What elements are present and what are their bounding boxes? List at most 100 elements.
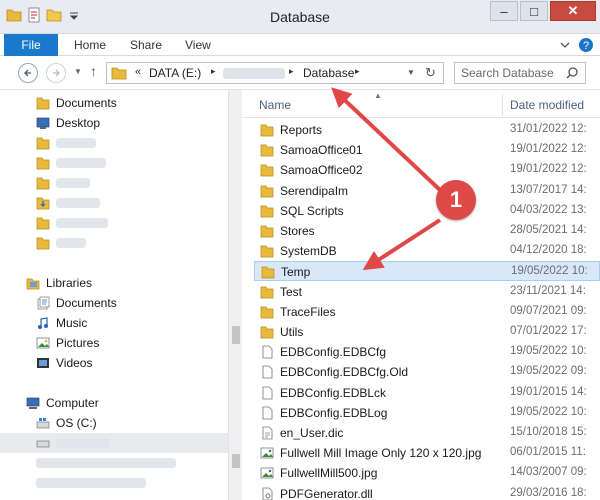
nav-item-redacted[interactable] xyxy=(0,153,228,173)
folder-icon xyxy=(36,97,50,110)
title-bar: Database – □ ✕ xyxy=(0,0,600,34)
nav-item-redacted[interactable] xyxy=(0,473,228,493)
nav-pane-scrollbar[interactable] xyxy=(228,90,242,500)
nav-item-redacted[interactable] xyxy=(0,173,228,193)
nav-item-lib-documents[interactable]: Documents xyxy=(0,293,228,313)
close-button[interactable]: ✕ xyxy=(550,1,596,21)
file-row[interactable]: Stores 28/05/2021 14: xyxy=(254,221,600,241)
minimize-button[interactable]: – xyxy=(490,1,518,21)
file-row[interactable]: EDBConfig.EDBCfg 19/05/2022 10: xyxy=(254,342,600,362)
file-row[interactable]: EDBConfig.EDBCfg.Old 19/05/2022 09: xyxy=(254,362,600,382)
nav-item-pictures[interactable]: Pictures xyxy=(0,333,228,353)
file-name: SamoaOffice02 xyxy=(280,163,363,178)
file-row[interactable]: EDBConfig.EDBLck 19/01/2015 14: xyxy=(254,383,600,403)
file-name: Reports xyxy=(280,123,323,137)
overflow-chevron[interactable]: « xyxy=(135,66,141,78)
folder-icon xyxy=(36,157,50,170)
file-row[interactable]: Utils 07/01/2022 17: xyxy=(254,322,600,342)
nav-item-redacted[interactable] xyxy=(0,193,228,213)
file-row[interactable]: EDBConfig.EDBLog 19/05/2022 10: xyxy=(254,403,600,423)
tab-home[interactable]: Home xyxy=(74,34,106,56)
file-row[interactable]: SQL Scripts 04/03/2022 13: xyxy=(254,201,600,221)
file-row[interactable]: Fullwell Mill Image Only 120 x 120.jpg 06… xyxy=(254,443,600,463)
up-arrow-icon[interactable]: ↑ xyxy=(90,63,97,79)
folder-icon xyxy=(260,306,274,319)
nav-item-os-drive[interactable]: OS (C:) xyxy=(0,413,228,433)
file-name: Fullwell Mill Image Only 120 x 120.jpg xyxy=(280,446,482,461)
nav-item-libraries[interactable]: Libraries xyxy=(0,273,228,293)
text-file-icon xyxy=(262,426,273,440)
nav-item-redacted[interactable] xyxy=(0,133,228,153)
folder-icon xyxy=(260,286,274,298)
file-row[interactable]: SamoaOffice01 19/01/2022 12: xyxy=(254,140,600,160)
file-date: 19/01/2015 14: xyxy=(510,385,587,398)
file-row[interactable]: FullwellMill500.jpg 14/03/2007 09: xyxy=(254,463,600,483)
breadcrumb-current[interactable]: Database xyxy=(303,66,354,80)
folder-icon xyxy=(260,326,274,339)
nav-label: Videos xyxy=(56,356,93,370)
forward-button[interactable] xyxy=(46,63,66,83)
breadcrumb-redacted[interactable] xyxy=(223,68,285,79)
column-header-date[interactable]: Date modified xyxy=(510,98,584,112)
folder-icon xyxy=(260,144,274,157)
back-button[interactable] xyxy=(18,63,38,83)
nav-label: Libraries xyxy=(46,276,93,290)
file-row[interactable]: TraceFiles 09/07/2021 09: xyxy=(254,302,600,322)
nav-label: Computer xyxy=(46,396,99,410)
file-row[interactable]: PDFGenerator.dll 29/03/2016 18: xyxy=(254,484,600,500)
search-icon[interactable] xyxy=(565,66,579,80)
nav-item-videos[interactable]: Videos xyxy=(0,353,228,373)
ribbon-tabs: File Home Share View ? xyxy=(0,34,600,56)
file-row[interactable]: en_User.dic 15/10/2018 15: xyxy=(254,423,600,443)
file-row[interactable]: Temp 19/05/2022 10: xyxy=(254,261,600,282)
scrollbar-thumb[interactable] xyxy=(232,454,240,468)
nav-item-desktop[interactable]: Desktop xyxy=(0,113,228,133)
search-input[interactable] xyxy=(455,63,563,83)
column-header-name[interactable]: Name xyxy=(259,98,291,112)
nav-item-computer[interactable]: Computer xyxy=(0,393,228,413)
file-date: 19/05/2022 10: xyxy=(510,345,587,358)
computer-icon xyxy=(26,397,40,409)
file-row[interactable]: SamoaOffice02 19/01/2022 12: xyxy=(254,160,600,180)
folder-icon xyxy=(260,165,274,177)
file-name: SystemDB xyxy=(280,244,337,259)
address-dropdown-icon[interactable]: ▼ xyxy=(407,68,415,77)
breadcrumb-separator[interactable]: ▸ xyxy=(355,66,360,77)
nav-label: Documents xyxy=(56,296,117,310)
maximize-button[interactable]: □ xyxy=(520,1,548,21)
breadcrumb-separator[interactable]: ▸ xyxy=(211,66,216,77)
desktop-icon xyxy=(36,117,50,129)
file-row[interactable]: Test 23/11/2021 14: xyxy=(254,282,600,302)
address-bar[interactable]: « DATA (E:) ▸ ▸ Database ▸ ▼ ↻ xyxy=(106,62,444,84)
refresh-icon[interactable]: ↻ xyxy=(425,65,436,81)
breadcrumb-drive[interactable]: DATA (E:) xyxy=(149,66,201,80)
tab-view[interactable]: View xyxy=(185,34,211,56)
recent-locations-icon[interactable]: ▼ xyxy=(74,67,82,76)
nav-item-redacted[interactable] xyxy=(0,213,228,233)
file-icon xyxy=(262,345,273,359)
nav-item-documents[interactable]: Documents xyxy=(0,93,228,113)
expand-ribbon-icon[interactable] xyxy=(560,40,570,50)
redacted-label xyxy=(36,458,176,468)
file-name: SerendipaIm xyxy=(280,183,349,198)
tab-share[interactable]: Share xyxy=(130,34,162,56)
file-name: Stores xyxy=(280,224,315,238)
nav-item-redacted[interactable] xyxy=(0,233,228,253)
scrollbar-thumb[interactable] xyxy=(232,326,240,344)
drive-icon xyxy=(36,440,50,448)
folder-icon xyxy=(260,225,274,238)
file-name: Test xyxy=(280,284,303,299)
column-divider[interactable] xyxy=(502,94,503,116)
file-date: 06/01/2015 11: xyxy=(510,446,586,459)
tab-file[interactable]: File xyxy=(4,34,58,56)
file-row[interactable]: SystemDB 04/12/2020 18: xyxy=(254,241,600,261)
nav-item-redacted[interactable] xyxy=(0,453,228,473)
file-row[interactable]: SerendipaIm 13/07/2017 14: xyxy=(254,181,600,201)
folder-icon xyxy=(260,124,274,137)
redacted-label xyxy=(56,138,96,148)
breadcrumb-separator[interactable]: ▸ xyxy=(289,66,294,77)
file-row[interactable]: Reports 31/01/2022 12: xyxy=(254,120,600,140)
nav-item-data-drive[interactable] xyxy=(0,433,228,453)
nav-item-music[interactable]: Music xyxy=(0,313,228,333)
help-icon[interactable]: ? xyxy=(578,37,594,53)
